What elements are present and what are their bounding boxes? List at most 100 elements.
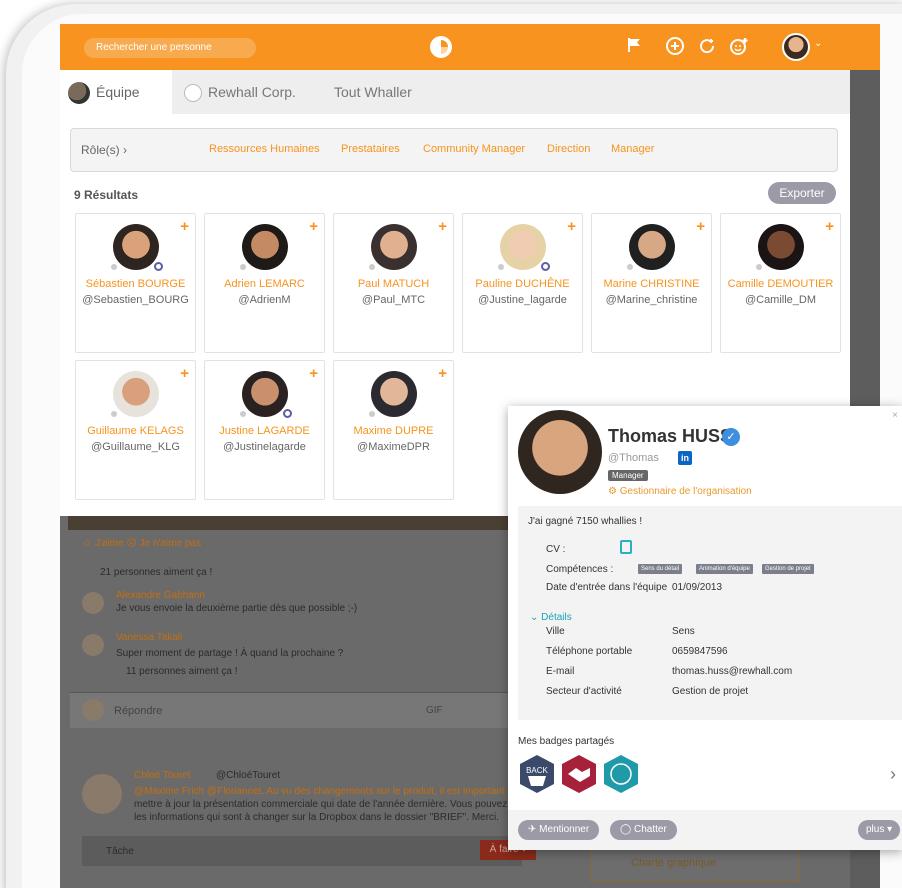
tab-label: Rewhall Corp. <box>208 84 296 100</box>
person-card[interactable]: + Camille DEMOUTIER @Camille_DM <box>720 213 841 353</box>
like-bar[interactable]: ☺ J'aime ☹ Je n'aime pas <box>82 538 201 549</box>
detail-label: Téléphone portable <box>546 646 633 657</box>
folder-charte-graphique[interactable]: Charte graphique <box>590 846 800 882</box>
add-icon[interactable]: + <box>825 218 834 235</box>
document-icon[interactable] <box>620 540 632 554</box>
user-avatar[interactable] <box>782 33 810 61</box>
chevron-right-icon[interactable]: › <box>890 764 896 785</box>
role-ressources-humaines[interactable]: Ressources Humaines <box>209 143 320 155</box>
person-name[interactable]: Paul MATUCH <box>334 278 453 290</box>
post-handle: @ChloéTouret <box>216 770 281 781</box>
profile-name: Thomas HUSS <box>608 426 733 446</box>
add-tray-icon[interactable] <box>664 36 686 58</box>
add-icon[interactable]: + <box>438 365 447 382</box>
back-badge-icon[interactable]: BACK <box>518 754 556 794</box>
person-card[interactable]: + Sébastien BOURGE @Sebastien_BOURG <box>75 213 196 353</box>
add-icon[interactable]: + <box>696 218 705 235</box>
person-card[interactable]: + Guillaume KELAGS @Guillaume_KLG <box>75 360 196 500</box>
person-card[interactable]: + Pauline DUCHÊNE @Justine_lagarde <box>462 213 583 353</box>
team-icon <box>68 82 90 105</box>
reply-bar[interactable]: Répondre GIF <box>70 692 510 728</box>
performance-badge-icon[interactable] <box>602 754 640 794</box>
mention-button[interactable]: ✈ Mentionner <box>518 820 600 840</box>
top-bar: Rechercher une personne ⌄ <box>60 24 880 70</box>
person-card[interactable]: + Marine CHRISTINE @Marine_christine <box>591 213 712 353</box>
status-dot <box>627 264 633 270</box>
add-icon[interactable]: + <box>567 218 576 235</box>
tab-rewhall-corp[interactable]: Rewhall Corp. <box>184 70 314 114</box>
person-card[interactable]: + Maxime DUPRE @MaximeDPR <box>333 360 454 500</box>
tab-equipe[interactable]: Équipe <box>60 70 172 114</box>
person-name[interactable]: Camille DEMOUTIER <box>721 278 840 290</box>
role-badge-icon <box>154 262 163 271</box>
export-button[interactable]: Exporter <box>768 182 836 204</box>
add-icon[interactable]: + <box>180 365 189 382</box>
role-manager[interactable]: Manager <box>611 143 654 155</box>
person-handle: @MaximeDPR <box>357 441 430 453</box>
avatar <box>82 774 122 814</box>
person-name[interactable]: Justine LAGARDE <box>205 425 324 437</box>
status-dot <box>111 264 117 270</box>
skill-tag: Animation d'équipe <box>696 564 753 574</box>
reply-input[interactable]: Répondre <box>114 705 162 717</box>
status-dot <box>240 264 246 270</box>
comment-author[interactable]: Vanessa Takali <box>116 632 182 643</box>
comment-likes: 11 personnes aiment ça ! <box>126 666 238 677</box>
person-handle: @Paul_MTC <box>361 294 426 306</box>
person-name[interactable]: Guillaume KELAGS <box>76 425 195 437</box>
add-refresh-icon[interactable] <box>696 36 718 58</box>
profile-avatar <box>518 410 602 494</box>
add-icon[interactable]: + <box>309 218 318 235</box>
whaller-logo[interactable] <box>430 36 452 58</box>
person-handle: @Sebastien_BOURG <box>82 294 189 306</box>
person-name[interactable]: Maxime DUPRE <box>334 425 453 437</box>
flag-icon[interactable] <box>624 36 646 58</box>
gif-button[interactable]: GIF <box>426 705 443 716</box>
details-label: Détails <box>541 612 572 623</box>
person-name[interactable]: Sébastien BOURGE <box>76 278 195 290</box>
comment-author[interactable]: Alexandre Gabhann <box>116 590 205 601</box>
post-text: @Maxime Frich @FlorianneL Au vu des chan… <box>134 786 505 797</box>
profile-actions: ✈ Mentionner ◯ Chatter plus ▾ <box>508 810 902 850</box>
chat-button[interactable]: ◯ Chatter <box>610 820 677 840</box>
person-card[interactable]: + Justine LAGARDE @Justinelagarde <box>204 360 325 500</box>
person-name[interactable]: Pauline DUCHÊNE <box>463 278 582 290</box>
status-dot <box>498 264 504 270</box>
detail-label: Ville <box>546 626 565 637</box>
more-button[interactable]: plus ▾ <box>858 820 901 840</box>
chevron-down-icon[interactable]: ⌄ <box>814 38 822 49</box>
details-toggle[interactable]: ⌄ Détails <box>530 612 572 623</box>
chat-icon: ◯ <box>620 824 632 835</box>
add-smiley-icon[interactable] <box>728 36 750 58</box>
person-handle: @AdrienM <box>238 294 291 306</box>
person-name[interactable]: Adrien LEMARC <box>205 278 324 290</box>
person-name[interactable]: Marine CHRISTINE <box>592 278 711 290</box>
post-author[interactable]: Chloé Touret <box>134 770 191 781</box>
roles-toggle[interactable]: Rôle(s) › <box>81 143 127 157</box>
add-icon[interactable]: + <box>309 365 318 382</box>
person-card[interactable]: + Paul MATUCH @Paul_MTC <box>333 213 454 353</box>
person-card[interactable]: + Adrien LEMARC @AdrienM <box>204 213 325 353</box>
skill-tag: Gestion de projet <box>762 564 814 574</box>
handshake-badge-icon[interactable] <box>560 754 598 794</box>
detail-value: Gestion de projet <box>672 686 749 697</box>
add-icon[interactable]: + <box>438 218 447 235</box>
avatar <box>371 371 417 417</box>
avatar <box>758 224 804 270</box>
skill-tag: Sens du détail <box>638 564 683 574</box>
status-dot <box>240 411 246 417</box>
comment-text: Je vous envoie la deuxième partie dès qu… <box>116 603 358 614</box>
role-prestataires[interactable]: Prestataires <box>341 143 400 155</box>
avatar <box>371 224 417 270</box>
search-input[interactable]: Rechercher une personne <box>84 38 256 58</box>
detail-value: Sens <box>672 626 695 637</box>
tab-tout-whaller[interactable]: Tout Whaller <box>334 70 444 114</box>
role-direction[interactable]: Direction <box>547 143 590 155</box>
profile-popup: Thomas HUSS ✓ @Thomas in Manager ⚙ Gesti… <box>508 406 902 850</box>
avatar <box>629 224 675 270</box>
detail-value[interactable]: thomas.huss@rewhall.com <box>672 666 792 677</box>
close-icon[interactable]: × <box>892 410 898 421</box>
add-icon[interactable]: + <box>180 218 189 235</box>
role-community-manager[interactable]: Community Manager <box>423 143 525 155</box>
linkedin-icon[interactable]: in <box>678 451 692 465</box>
